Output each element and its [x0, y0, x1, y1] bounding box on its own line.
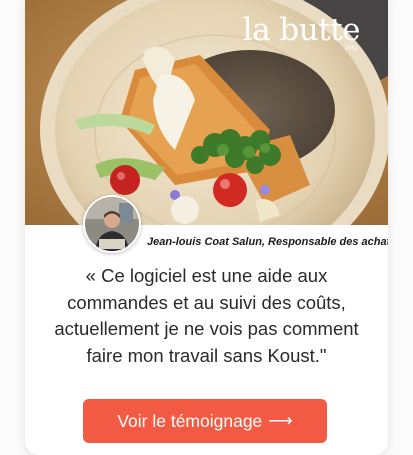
- quote-line: actuellement je ne vois pas comment: [54, 318, 359, 339]
- author-name: Jean-louis Coat Salun, Responsable des a…: [147, 236, 388, 248]
- avatar-photo: [85, 197, 139, 251]
- quote-line: « Ce logiciel est une aide aux: [85, 265, 328, 286]
- view-testimonial-label: Voir le témoignage: [117, 410, 263, 431]
- author-avatar: [83, 195, 141, 253]
- dish-photo: la butte 1952: [25, 0, 388, 225]
- testimonial-quote: « Ce logiciel est une aide aux commandes…: [25, 263, 388, 369]
- testimonial-card: la butte 1952 Jean-louis Coat Salun, Res…: [25, 0, 388, 455]
- quote-line: commandes et au suivi des coûts,: [67, 291, 346, 313]
- quote-line: faire mon travail sans Koust.": [86, 344, 327, 366]
- view-testimonial-button[interactable]: Voir le témoignage ⟶: [83, 399, 327, 443]
- brand-name: la butte: [242, 12, 361, 48]
- brand-logo: la butte 1952: [242, 10, 361, 52]
- arrow-right-icon: ⟶: [268, 411, 293, 430]
